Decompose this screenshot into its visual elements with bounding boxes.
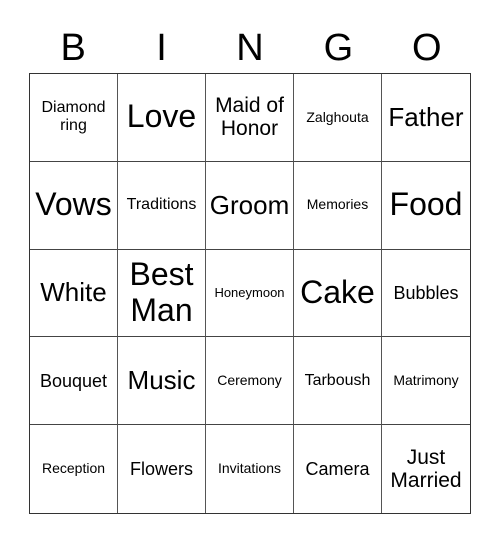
bingo-cell[interactable]: Father [382, 74, 470, 162]
bingo-cell[interactable]: Just Married [382, 425, 470, 513]
bingo-cell[interactable]: Maid of Honor [206, 74, 294, 162]
bingo-cell[interactable]: Reception [30, 425, 118, 513]
bingo-cell[interactable]: Love [118, 74, 206, 162]
header-letter-o: O [411, 27, 442, 69]
bingo-cell[interactable]: Food [382, 162, 470, 250]
bingo-cell[interactable]: Flowers [118, 425, 206, 513]
bingo-cell[interactable]: Best Man [118, 249, 206, 338]
header-letter-b: B [60, 27, 86, 69]
bingo-cell[interactable]: Bouquet [30, 337, 118, 426]
bingo-grid: Diamond ring Love Maid of Honor Zalghout… [29, 73, 471, 514]
bingo-cell[interactable]: Memories [294, 161, 382, 250]
bingo-cell[interactable]: Honeymoon [206, 249, 294, 338]
bingo-cell[interactable]: Ceremony [206, 337, 294, 426]
header-letter-i: I [156, 27, 167, 69]
bingo-cell[interactable]: Traditions [118, 161, 206, 250]
bingo-cell[interactable]: Camera [294, 425, 382, 513]
bingo-cell[interactable]: Tarboush [294, 337, 382, 426]
bingo-cell[interactable]: Groom [206, 161, 294, 250]
header-letter-n: N [236, 27, 264, 69]
header-letter-g: G [323, 27, 354, 69]
bingo-cell[interactable]: Invitations [206, 425, 294, 513]
bingo-cell[interactable]: Vows [30, 161, 118, 250]
bingo-cell[interactable]: Cake [294, 249, 382, 338]
bingo-cell[interactable]: Zalghouta [294, 74, 382, 162]
bingo-cell[interactable]: Matrimony [382, 337, 470, 426]
bingo-cell[interactable]: Bubbles [382, 250, 470, 338]
bingo-header: B I N G O [29, 24, 471, 72]
bingo-cell[interactable]: Diamond ring [30, 74, 118, 162]
bingo-cell[interactable]: Music [118, 337, 206, 426]
bingo-cell[interactable]: White [30, 249, 118, 338]
